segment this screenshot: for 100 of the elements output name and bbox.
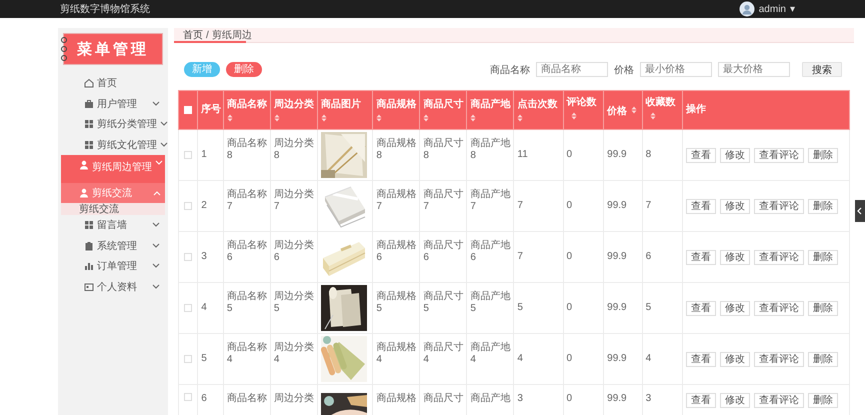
- sort-icon[interactable]: [517, 114, 524, 122]
- view-button[interactable]: 查看: [686, 250, 716, 264]
- table-cell: 商品名称4: [226, 342, 267, 365]
- edit-button[interactable]: 修改: [720, 198, 750, 214]
- delete-button[interactable]: 删除: [808, 250, 838, 264]
- user-name[interactable]: admin: [758, 4, 786, 14]
- delete-button[interactable]: 删除: [808, 300, 838, 316]
- chevron-down-icon: [152, 263, 160, 270]
- chevron-up-icon: [153, 190, 161, 196]
- menu-item[interactable]: 用户管理: [58, 94, 168, 114]
- table-cell: 99.9: [607, 200, 627, 211]
- view-comments-button[interactable]: 查看评论: [754, 393, 804, 408]
- view-button[interactable]: 查看: [686, 198, 716, 214]
- table-cell: 商品名称8: [226, 138, 267, 161]
- name-search-field[interactable]: 商品名称: [536, 62, 608, 77]
- table-cell: 商品产地6: [470, 240, 510, 263]
- bar-chart-icon: [84, 261, 94, 272]
- table-cell: 商品名称: [226, 393, 267, 404]
- max-price-field[interactable]: 最大价格: [718, 62, 790, 77]
- delete-button[interactable]: 删除: [808, 198, 838, 214]
- view-comments-button[interactable]: 查看评论: [754, 300, 804, 316]
- row-checkbox[interactable]: [184, 355, 192, 363]
- delete-button[interactable]: 删除: [808, 148, 838, 162]
- table-cell: 商品产地5: [470, 291, 510, 314]
- edit-button[interactable]: 修改: [720, 393, 750, 408]
- binding-rings-icon: [60, 36, 68, 62]
- column-header: 操作: [686, 104, 706, 115]
- menu-item[interactable]: 剪纸分类管理: [58, 114, 168, 134]
- table-cell: 周边分类8: [274, 138, 314, 161]
- sort-icon[interactable]: [631, 106, 638, 114]
- chevron-down-icon: [160, 121, 168, 128]
- edit-button[interactable]: 修改: [720, 300, 750, 316]
- table-cell: 周边分类6: [274, 240, 314, 263]
- row-checkbox[interactable]: [184, 304, 192, 312]
- app-title: 剪纸数字博物馆系统: [60, 2, 150, 16]
- menu-item[interactable]: 剪纸文化管理: [58, 134, 168, 155]
- breadcrumb-separator: /: [206, 30, 209, 40]
- sort-icon[interactable]: [470, 114, 476, 122]
- table-cell: 商品名称7: [226, 189, 267, 212]
- table-cell: 商品产地8: [470, 138, 510, 161]
- sort-icon[interactable]: [423, 114, 430, 122]
- menu-item[interactable]: 系统管理: [58, 236, 168, 256]
- table-cell: 商品规格: [376, 393, 416, 404]
- edit-button[interactable]: 修改: [720, 352, 750, 366]
- breadcrumb-current: 剪纸周边: [212, 28, 252, 42]
- menu-item[interactable]: 个人资料: [58, 276, 168, 297]
- view-comments-button[interactable]: 查看评论: [754, 352, 804, 366]
- delete-button[interactable]: 删除: [808, 352, 838, 366]
- menu-item[interactable]: 留言墙: [58, 215, 168, 236]
- view-button[interactable]: 查看: [686, 352, 716, 366]
- table-cell: 商品规格8: [376, 138, 416, 161]
- view-button[interactable]: 查看: [686, 393, 716, 408]
- table-cell: 商品名称5: [226, 291, 267, 314]
- row-checkbox[interactable]: [184, 393, 192, 401]
- view-button[interactable]: 查看: [686, 300, 716, 316]
- edit-button[interactable]: 修改: [720, 250, 750, 264]
- table-cell: 99.9: [607, 251, 627, 262]
- breadcrumb-link[interactable]: 首页: [183, 28, 203, 42]
- table-cell: 3: [646, 393, 652, 404]
- row-checkbox[interactable]: [184, 151, 192, 159]
- view-comments-button[interactable]: 查看评论: [754, 250, 804, 264]
- min-price-field[interactable]: 最小价格: [640, 62, 712, 77]
- table-cell: 4: [517, 353, 523, 364]
- caret-icon[interactable]: ▾: [790, 3, 795, 15]
- edit-button[interactable]: 修改: [720, 148, 750, 162]
- field-label: 价格: [614, 64, 634, 76]
- view-comments-button[interactable]: 查看评论: [754, 198, 804, 214]
- view-comments-button[interactable]: 查看评论: [754, 148, 804, 162]
- field-label: 商品名称: [490, 64, 530, 76]
- table-cell: 7: [517, 251, 523, 262]
- delete-button[interactable]: 删除: [808, 393, 838, 408]
- select-all-checkbox[interactable]: [184, 106, 192, 114]
- sort-icon[interactable]: [226, 114, 233, 122]
- table-cell: 商品产地4: [470, 342, 510, 365]
- search-button[interactable]: 搜索: [802, 62, 842, 77]
- submenu-item[interactable]: 剪纸交流: [61, 203, 165, 215]
- table-cell: 商品名称6: [226, 240, 267, 263]
- view-button[interactable]: 查看: [686, 148, 716, 162]
- side-handle-icon[interactable]: [855, 200, 865, 222]
- table-cell: 商品尺寸5: [423, 291, 464, 314]
- table-cell: 3: [201, 251, 207, 262]
- menu-title: 菜单管理: [77, 40, 149, 58]
- avatar-icon[interactable]: [738, 1, 755, 17]
- sort-icon[interactable]: [274, 114, 280, 122]
- table-cell: 商品尺寸7: [423, 189, 464, 212]
- sort-icon[interactable]: [650, 112, 656, 120]
- home-icon: [84, 78, 94, 88]
- grid-icon: [84, 140, 94, 150]
- row-checkbox[interactable]: [184, 202, 192, 210]
- menu-item[interactable]: 订单管理: [58, 256, 168, 276]
- row-checkbox[interactable]: [184, 253, 192, 261]
- sort-icon[interactable]: [320, 114, 327, 122]
- menu-item[interactable]: 首页: [58, 73, 168, 94]
- table-cell: 0: [566, 149, 572, 160]
- chevron-down-icon: [152, 222, 160, 228]
- sort-icon[interactable]: [376, 114, 382, 122]
- table-cell: 7: [646, 200, 652, 211]
- table-cell: 周边分类4: [274, 342, 314, 365]
- table-cell: 周边分类5: [274, 291, 314, 314]
- sort-icon[interactable]: [570, 112, 577, 120]
